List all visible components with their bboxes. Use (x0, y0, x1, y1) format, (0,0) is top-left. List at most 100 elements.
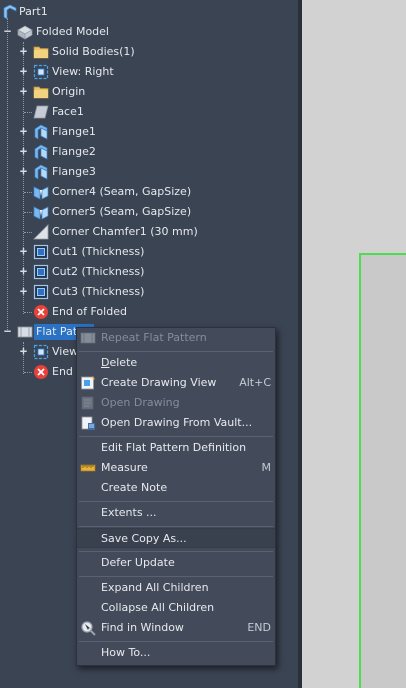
expand-icon[interactable]: + (18, 145, 29, 157)
menu-item-collapse-all-children[interactable]: Collapse All Children (77, 598, 275, 618)
folder-icon (33, 84, 49, 100)
menu-item-label: Edit Flat Pattern Definition (101, 441, 247, 454)
tree-item-label: Flange2 (52, 145, 96, 158)
tree-item-label: Cut2 (Thickness) (52, 265, 145, 278)
menu-item-how-to[interactable]: How To... (77, 643, 275, 663)
tree-item-corner4[interactable]: Corner4 (Seam, GapSize) (0, 182, 296, 202)
vault-drawing-icon (80, 415, 96, 431)
view-icon (33, 344, 49, 360)
expand-icon[interactable]: + (18, 265, 29, 277)
menu-item-defer-update[interactable]: Defer Update (77, 553, 275, 573)
tree-root-part[interactable]: Part1 (0, 2, 296, 22)
menu-item-extents[interactable]: Extents ... (77, 503, 275, 523)
expand-icon[interactable]: + (18, 125, 29, 137)
menu-item-open-drawing-from-vault[interactable]: Open Drawing From Vault... (77, 413, 275, 433)
menu-item-find-in-window[interactable]: Find in Window END (77, 618, 275, 638)
menu-item-shortcut: END (247, 621, 271, 634)
expand-icon[interactable]: + (18, 245, 29, 257)
menu-item-label: Save Copy As... (101, 532, 187, 545)
menu-separator (79, 526, 273, 527)
tree-item-solid[interactable]: + Solid Bodies(1) (0, 42, 296, 62)
menu-item-repeat-flat-pattern: Repeat Flat Pattern (77, 328, 275, 348)
tree-item-cut1[interactable]: + Cut1 (Thickness) (0, 242, 296, 262)
menu-separator (79, 501, 273, 502)
menu-item-label: Extents ... (101, 506, 157, 519)
tree-item-label: End of Folded (52, 305, 127, 318)
expand-icon[interactable]: + (18, 85, 29, 97)
menu-item-label: Repeat Flat Pattern (101, 331, 207, 344)
menu-item-shortcut: M (261, 461, 272, 474)
face-icon (33, 104, 49, 120)
flange-icon (33, 124, 49, 140)
expand-icon[interactable]: + (18, 285, 29, 297)
tree-item-cut2[interactable]: + Cut2 (Thickness) (0, 262, 296, 282)
flat-pattern-icon (80, 330, 96, 346)
tree-line (24, 192, 32, 193)
tree-item-label: Flat Patt (36, 325, 82, 338)
expand-icon[interactable]: + (18, 165, 29, 177)
menu-item-label: Delete (101, 356, 138, 369)
tree-item-flange1[interactable]: + Flange1 (0, 122, 296, 142)
menu-item-expand-all-children[interactable]: Expand All Children (77, 578, 275, 598)
flat-pattern-sheet (359, 253, 406, 688)
tree-item-face1[interactable]: Face1 (0, 102, 296, 122)
tree-line (24, 372, 32, 373)
tree-item-folded-model[interactable]: − Folded Model (0, 22, 296, 42)
expand-icon[interactable]: + (18, 45, 29, 57)
menu-item-save-copy-as[interactable]: Save Copy As... (77, 528, 275, 548)
tree-item-label: Face1 (52, 105, 84, 118)
collapse-icon[interactable]: − (2, 325, 13, 337)
menu-item-delete[interactable]: Delete (77, 353, 275, 373)
flange-icon (33, 144, 49, 160)
menu-item-label: Open Drawing (101, 396, 180, 409)
tree-item-corner[interactable]: Corner Chamfer1 (30 mm) (0, 222, 296, 242)
find-in-window-icon (80, 620, 96, 636)
cut-icon (33, 284, 49, 300)
menu-item-label: Open Drawing From Vault... (101, 416, 253, 429)
collapse-icon[interactable]: − (2, 25, 13, 37)
tree-item-label: Origin (52, 85, 86, 98)
tree-item-label: View: Right (52, 65, 114, 78)
flat-pattern-icon (17, 324, 33, 340)
tree-item-flange2[interactable]: + Flange2 (0, 142, 296, 162)
expand-icon[interactable]: + (18, 345, 29, 357)
corner-chamfer-icon (33, 224, 49, 240)
tree-item-cut3[interactable]: + Cut3 (Thickness) (0, 282, 296, 302)
menu-item-create-note[interactable]: Create Note (77, 478, 275, 498)
menu-item-open-drawing: Open Drawing (77, 393, 275, 413)
tree-item-label: Cut1 (Thickness) (52, 245, 145, 258)
graphics-canvas[interactable] (302, 0, 406, 688)
tree-root-label: Part1 (19, 5, 48, 18)
menu-separator (79, 351, 273, 352)
tree-line (24, 312, 32, 313)
expand-icon[interactable]: + (18, 65, 29, 77)
tree-item-flange3[interactable]: + Flange3 (0, 162, 296, 182)
tree-item-origin[interactable]: + Origin (0, 82, 296, 102)
menu-item-label: Defer Update (101, 556, 175, 569)
tree-item-label: Corner5 (Seam, GapSize) (52, 205, 192, 218)
tree-item-label: Flange3 (52, 165, 96, 178)
folded-model-icon (17, 24, 33, 40)
menu-item-shortcut: Alt+C (239, 376, 271, 389)
menu-separator (79, 576, 273, 577)
tree-item-label: Solid Bodies(1) (52, 45, 135, 58)
menu-item-label: Create Drawing View (101, 376, 217, 389)
tree-item-corner5[interactable]: Corner5 (Seam, GapSize) (0, 202, 296, 222)
menu-item-measure[interactable]: Measure M (77, 458, 275, 478)
cut-icon (33, 244, 49, 260)
tree-item-label: Flange1 (52, 125, 96, 138)
tree-item-label: Cut3 (Thickness) (52, 285, 145, 298)
context-menu: Repeat Flat Pattern Delete Create Drawin… (76, 327, 276, 666)
menu-separator (79, 436, 273, 437)
tree-line (24, 232, 32, 233)
tree-item-end[interactable]: End of Folded (0, 302, 296, 322)
folder-icon (33, 44, 49, 60)
menu-separator (79, 641, 273, 642)
tree-item-label: Corner Chamfer1 (30 mm) (52, 225, 198, 238)
flange-icon (33, 164, 49, 180)
menu-item-create-drawing-view[interactable]: Create Drawing View Alt+C (77, 373, 275, 393)
cut-icon (33, 264, 49, 280)
end-of-part-icon (33, 364, 49, 380)
tree-item-view[interactable]: + View: Right (0, 62, 296, 82)
menu-item-edit-flat-pattern-definition[interactable]: Edit Flat Pattern Definition (77, 438, 275, 458)
